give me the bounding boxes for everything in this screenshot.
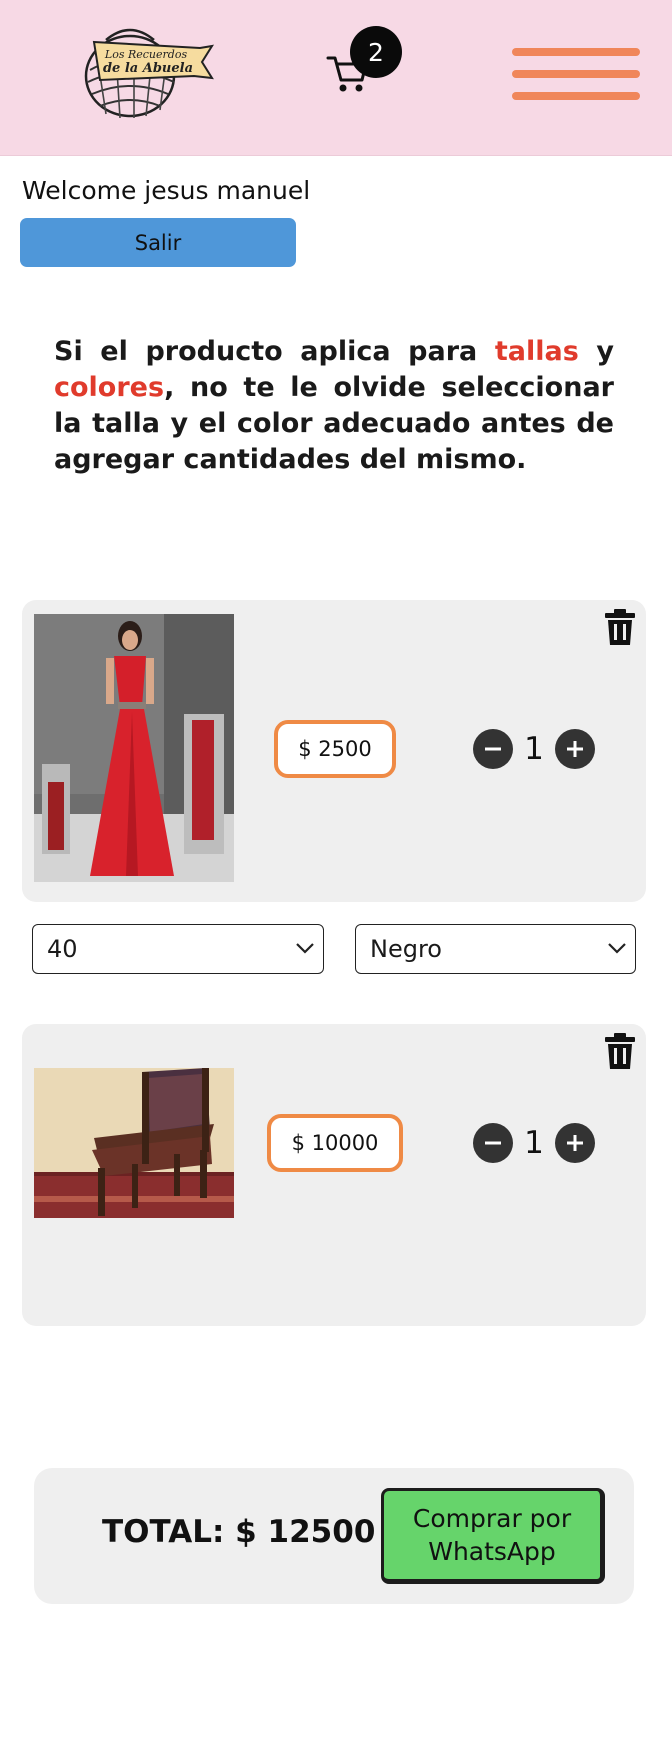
order-total: TOTAL: $ 12500 bbox=[102, 1514, 376, 1550]
menu-bar bbox=[512, 70, 640, 78]
trash-icon[interactable] bbox=[604, 1032, 636, 1070]
chevron-down-icon bbox=[608, 943, 626, 954]
item-price: $ 10000 bbox=[267, 1114, 403, 1172]
minus-icon[interactable] bbox=[473, 729, 513, 769]
welcome-message: Welcome jesus manuel bbox=[22, 176, 311, 205]
plus-icon[interactable] bbox=[554, 729, 595, 769]
minus-icon[interactable] bbox=[473, 1123, 513, 1163]
order-summary: TOTAL: $ 12500 Comprar por WhatsApp bbox=[34, 1468, 634, 1604]
quantity-value: 1 bbox=[524, 1125, 544, 1161]
color-select-value: Negro bbox=[370, 935, 442, 963]
cart-item: $ 10000 1 bbox=[22, 1024, 646, 1326]
plus-icon[interactable] bbox=[554, 1123, 595, 1163]
quantity-value: 1 bbox=[524, 731, 544, 767]
red-dress-photo[interactable] bbox=[34, 614, 234, 882]
quantity-stepper: 1 bbox=[473, 728, 595, 770]
cart-count-badge[interactable]: 2 bbox=[350, 26, 402, 78]
svg-text:de la Abuela: de la Abuela bbox=[103, 61, 193, 76]
antique-chair-photo[interactable] bbox=[34, 1068, 234, 1218]
brand-logo[interactable]: Los Recuerdos de la Abuela bbox=[76, 18, 216, 124]
color-select[interactable]: Negro bbox=[355, 924, 636, 974]
size-color-notice: Si el producto aplica para tallas y colo… bbox=[54, 334, 614, 478]
quantity-stepper: 1 bbox=[473, 1122, 595, 1164]
hamburger-menu-icon[interactable] bbox=[512, 48, 640, 104]
svg-text:Los Recuerdos: Los Recuerdos bbox=[104, 48, 188, 61]
chevron-down-icon bbox=[296, 943, 314, 954]
menu-bar bbox=[512, 92, 640, 100]
notice-highlight-colors: colores bbox=[54, 372, 165, 403]
notice-text: y bbox=[578, 336, 614, 367]
buy-whatsapp-button[interactable]: Comprar por WhatsApp bbox=[381, 1488, 605, 1584]
menu-bar bbox=[512, 48, 640, 56]
item-price: $ 2500 bbox=[274, 720, 396, 778]
notice-highlight-sizes: tallas bbox=[494, 336, 579, 367]
app-header: Los Recuerdos de la Abuela 2 bbox=[0, 0, 672, 156]
cart-item: $ 2500 1 bbox=[22, 600, 646, 902]
notice-text: Si el producto aplica para bbox=[54, 336, 495, 367]
trash-icon[interactable] bbox=[604, 608, 636, 646]
size-select-value: 40 bbox=[47, 935, 78, 963]
size-select[interactable]: 40 bbox=[32, 924, 324, 974]
logout-button[interactable]: Salir bbox=[20, 218, 296, 267]
